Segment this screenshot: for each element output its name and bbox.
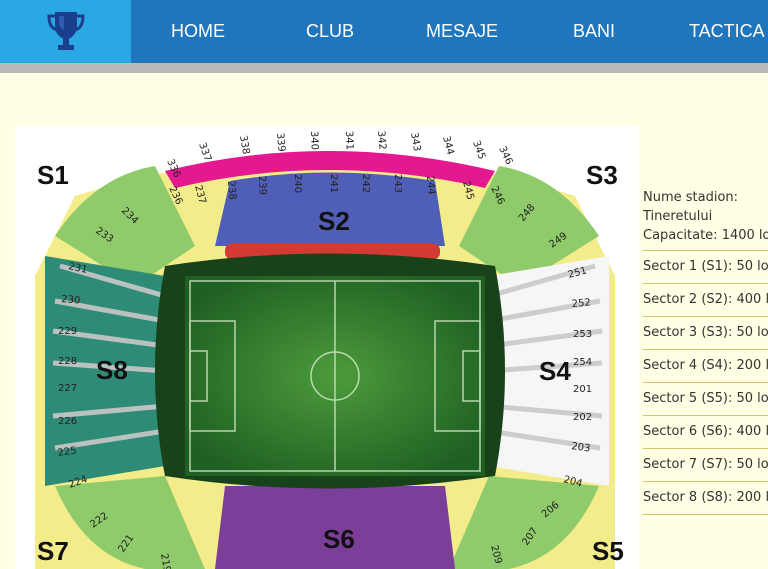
seat-label: 244 bbox=[424, 175, 437, 195]
seat-label: 229 bbox=[58, 326, 77, 337]
seat-label: 341 bbox=[343, 131, 355, 150]
trophy-icon bbox=[46, 11, 85, 50]
sector-row-s5: Sector 5 (S5): 50 lo bbox=[643, 382, 768, 415]
nav-tactica-label: TACTICA bbox=[689, 21, 765, 41]
seat-label: 230 bbox=[61, 294, 81, 307]
seat-label: 339 bbox=[274, 132, 287, 152]
seat-label: 227 bbox=[58, 383, 77, 394]
stadium-map[interactable]: S1 S2 S3 S4 S5 S6 S7 S8 336 337 338 339 … bbox=[15, 126, 639, 569]
seat-label: 201 bbox=[573, 384, 592, 395]
home-logo[interactable] bbox=[0, 0, 131, 63]
sector-label-s1: S1 bbox=[37, 160, 69, 190]
seat-label: 337 bbox=[196, 141, 213, 163]
sector-row-s3: Sector 3 (S3): 50 lo bbox=[643, 316, 768, 349]
sector-label-s8: S8 bbox=[96, 355, 128, 385]
nav-bottom-divider bbox=[0, 63, 768, 73]
seat-label: 346 bbox=[496, 145, 514, 167]
stadium-name-value: Tineretului bbox=[643, 209, 713, 224]
nav-tactica[interactable]: TACTICA bbox=[689, 0, 765, 63]
sector-label-s3: S3 bbox=[586, 160, 618, 190]
sector-row-s4: Sector 4 (S4): 200 l bbox=[643, 349, 768, 382]
nav-home[interactable]: HOME bbox=[171, 0, 225, 63]
nav-mesaje-label: MESAJE bbox=[426, 21, 499, 41]
nav-bani[interactable]: BANI bbox=[573, 0, 615, 63]
nav-mesaje[interactable]: MESAJE bbox=[426, 0, 498, 63]
seat-label: 243 bbox=[392, 174, 403, 193]
seat-label: 240 bbox=[292, 174, 303, 193]
seat-label: 254 bbox=[573, 357, 592, 368]
seat-label: 219 bbox=[158, 553, 172, 569]
sector-row-s2: Sector 2 (S2): 400 l bbox=[643, 283, 768, 316]
sector-label-s2: S2 bbox=[318, 206, 350, 236]
seat-label: 238 bbox=[225, 180, 238, 200]
seat-label: 343 bbox=[408, 132, 422, 153]
seat-label: 226 bbox=[58, 416, 77, 427]
sector-label-s7: S7 bbox=[37, 536, 69, 566]
seat-label: 342 bbox=[375, 130, 388, 150]
seat-label: 338 bbox=[237, 135, 251, 156]
seat-label: 253 bbox=[573, 329, 592, 340]
sector-row-s8: Sector 8 (S8): 200 l bbox=[643, 481, 768, 515]
nav-home-label: HOME bbox=[171, 21, 225, 41]
nav-club-label: CLUB bbox=[306, 21, 355, 41]
seat-label: 252 bbox=[571, 297, 591, 310]
sector-row-s7: Sector 7 (S7): 50 lo bbox=[643, 448, 768, 481]
seat-label: 241 bbox=[328, 174, 339, 193]
stadium-info-panel: Nume stadion: Tineretului Capacitate: 14… bbox=[643, 188, 768, 515]
sector-label-s4: S4 bbox=[539, 356, 571, 386]
top-navigation-bar: HOME CLUB MESAJE BANI TACTICA bbox=[0, 0, 768, 63]
stadium-capacity: Capacitate: 1400 lo bbox=[643, 228, 768, 243]
sector-label-s5: S5 bbox=[592, 536, 624, 566]
seat-label: 228 bbox=[58, 356, 77, 367]
seat-label: 239 bbox=[256, 176, 268, 195]
seat-label: 202 bbox=[573, 412, 592, 423]
sector-row-s1: Sector 1 (S1): 50 lo bbox=[643, 250, 768, 283]
stadium-map-graphic: S1 S2 S3 S4 S5 S6 S7 S8 336 337 338 339 … bbox=[35, 130, 624, 569]
seat-label: 345 bbox=[470, 139, 487, 161]
seat-label: 242 bbox=[360, 174, 371, 193]
nav-bani-label: BANI bbox=[573, 21, 616, 41]
nav-club[interactable]: CLUB bbox=[306, 0, 354, 63]
seat-label: 344 bbox=[440, 135, 456, 156]
sector-label-s6: S6 bbox=[323, 524, 355, 554]
sector-row-s6: Sector 6 (S6): 400 l bbox=[643, 415, 768, 448]
seat-label: 340 bbox=[308, 131, 320, 150]
stadium-name-label: Nume stadion: bbox=[643, 190, 739, 205]
